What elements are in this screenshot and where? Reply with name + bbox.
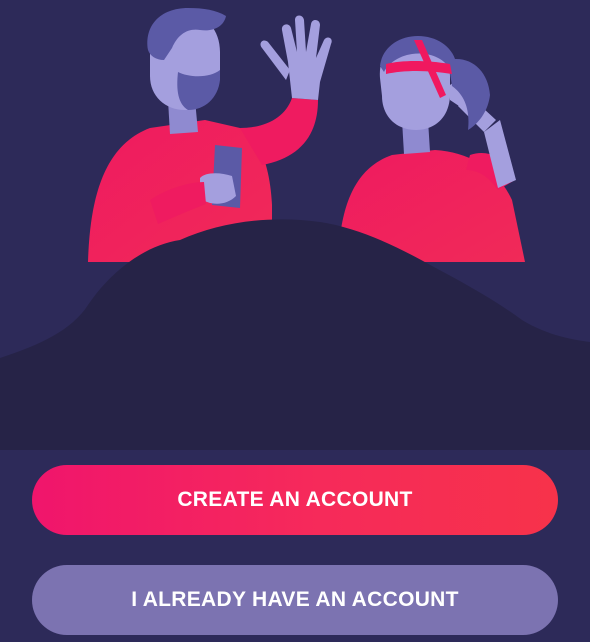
woman-figure [338,36,525,262]
already-have-account-button[interactable]: I ALREADY HAVE AN ACCOUNT [32,565,558,635]
onboarding-screen: CREATE AN ACCOUNT I ALREADY HAVE AN ACCO… [0,0,590,642]
create-account-button[interactable]: CREATE AN ACCOUNT [32,465,558,535]
people-waving-illustration [0,8,590,450]
